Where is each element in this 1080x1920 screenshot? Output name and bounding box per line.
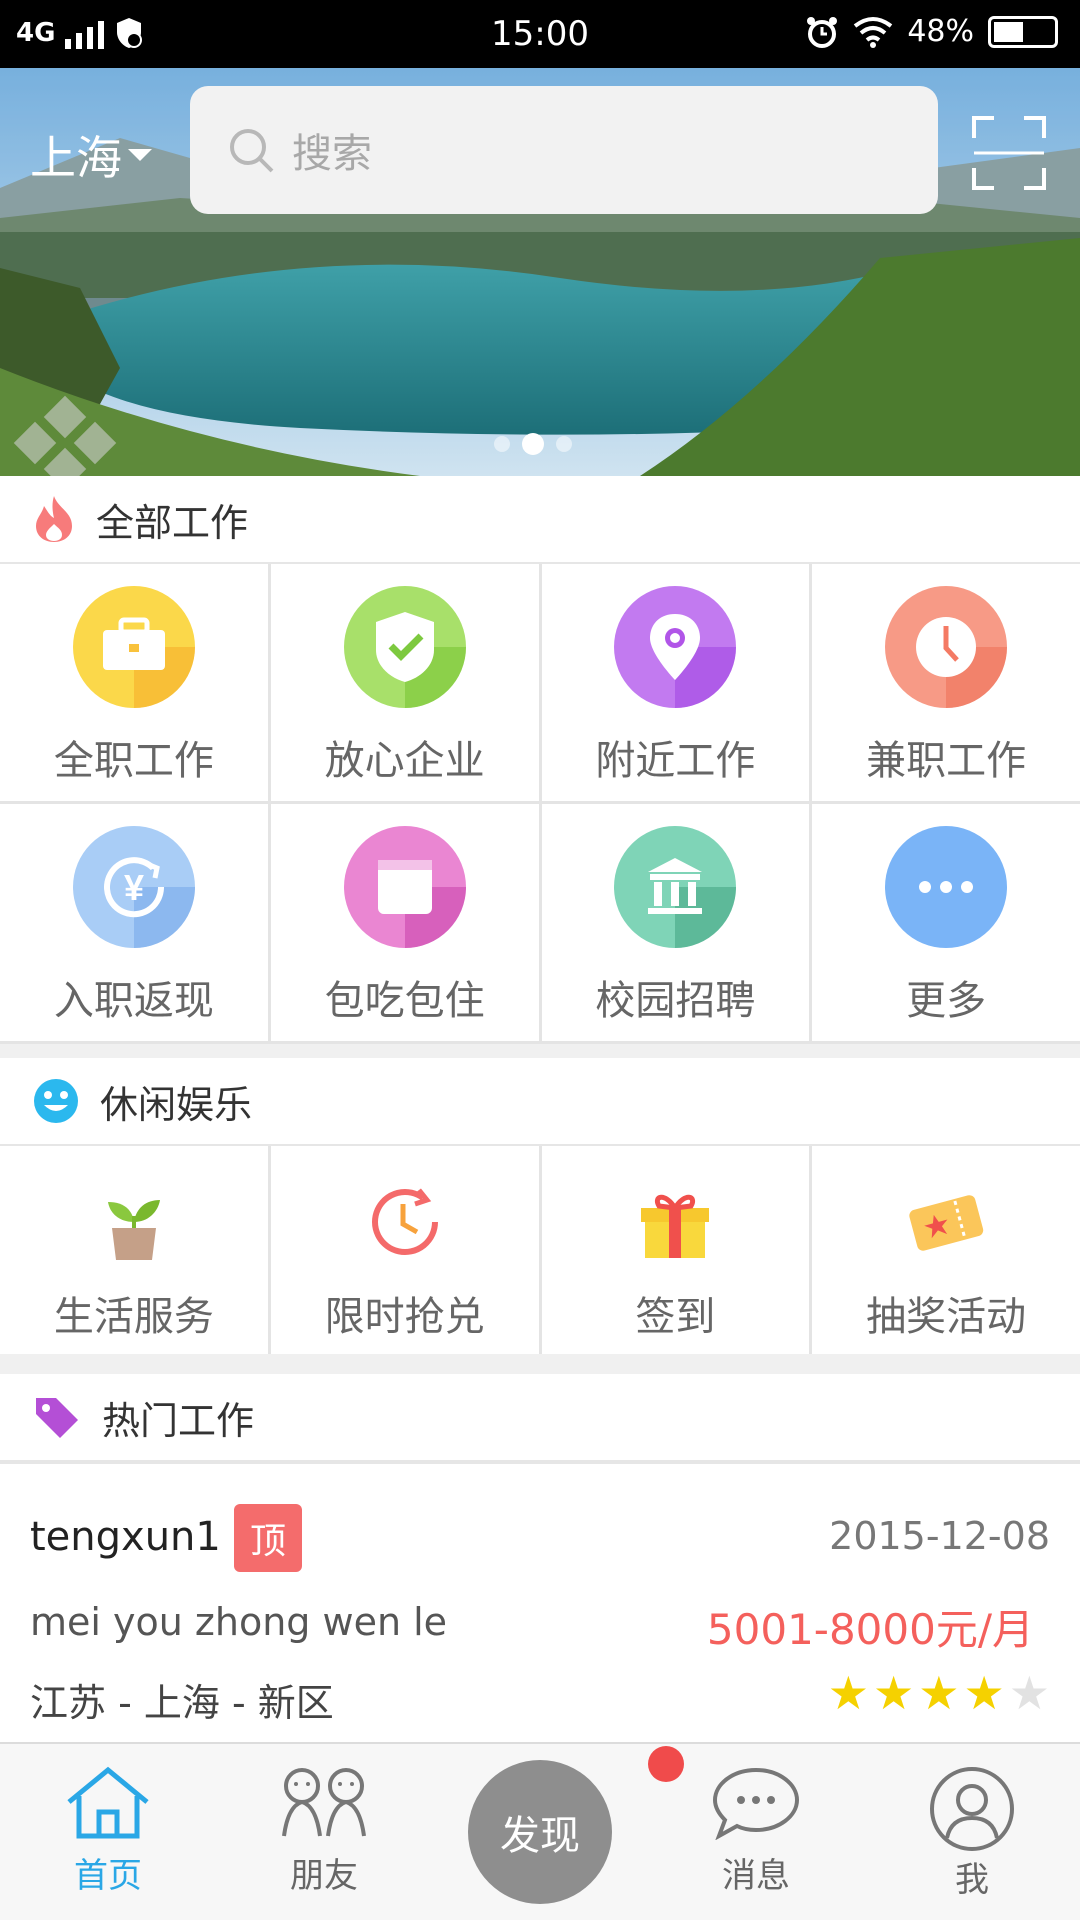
- category-more[interactable]: 更多: [812, 804, 1080, 1041]
- location-pin-icon: [614, 586, 737, 708]
- carousel-indicators: [494, 433, 572, 455]
- bed-icon: [343, 826, 466, 948]
- plant-pot-icon: [107, 1200, 160, 1260]
- timer-icon: [371, 1188, 438, 1255]
- category-label: 入职返现: [53, 978, 214, 1024]
- briefcase-icon: [72, 586, 195, 708]
- section-title: 热门工作: [102, 1398, 255, 1443]
- section-header-leisure: 休闲娱乐: [0, 1058, 1080, 1146]
- carousel-dot[interactable]: [494, 436, 510, 452]
- leisure-flash-redeem[interactable]: 限时抢兑: [270, 1146, 539, 1354]
- leisure-check-in[interactable]: 签到: [541, 1146, 810, 1354]
- category-label: 校园招聘: [595, 978, 756, 1024]
- category-trusted-company[interactable]: 放心企业: [270, 564, 539, 801]
- search-box[interactable]: 搜索: [190, 86, 938, 214]
- category-label: 兼职工作: [866, 738, 1027, 784]
- svg-text:¥: ¥: [124, 867, 144, 908]
- category-label: 包吃包住: [324, 978, 485, 1024]
- nav-friends[interactable]: 朋友: [254, 1766, 394, 1897]
- home-icon: [67, 1766, 149, 1839]
- discover-button[interactable]: 发现: [468, 1760, 612, 1904]
- wifi-icon: [854, 16, 893, 48]
- scan-icon[interactable]: [972, 116, 1046, 190]
- nav-label: 消息: [722, 1856, 790, 1896]
- yen-cashback-icon: ¥: [72, 826, 195, 948]
- carousel-dot[interactable]: [556, 436, 572, 452]
- job-location: 江苏 - 上海 - 新区: [30, 1681, 334, 1725]
- nav-label: 朋友: [290, 1856, 358, 1896]
- category-nearby[interactable]: 附近工作: [541, 564, 810, 801]
- job-title: tengxun1: [30, 1514, 221, 1560]
- nav-label: 我: [955, 1860, 989, 1900]
- section-title: 全部工作: [96, 500, 249, 545]
- category-campus[interactable]: 校园招聘: [541, 804, 810, 1041]
- star-icon: ★: [827, 1666, 869, 1720]
- star-icon: ★: [963, 1666, 1005, 1720]
- category-label: 全职工作: [53, 738, 214, 784]
- shield-check-icon: [343, 586, 466, 708]
- leisure-life-service[interactable]: 生活服务: [0, 1146, 268, 1354]
- fire-icon: [36, 496, 72, 542]
- job-category-grid: 全职工作 放心企业 附近工作 兼职工作 ¥ 入职返现 包吃包住 校园招聘 更多: [0, 564, 1080, 1044]
- gift-icon: [641, 1194, 710, 1258]
- section-title: 休闲娱乐: [100, 1082, 253, 1127]
- friends-icon: [282, 1768, 366, 1837]
- category-fulltime[interactable]: 全职工作: [0, 564, 268, 801]
- city-selector[interactable]: 上海: [30, 122, 152, 188]
- clock-icon: [885, 586, 1008, 708]
- campus-building-icon: [614, 826, 737, 948]
- alarm-icon: [807, 16, 838, 48]
- leisure-grid: 生活服务 限时抢兑 签到 抽奖活动: [0, 1146, 1080, 1354]
- leisure-label: 签到: [635, 1294, 716, 1340]
- section-header-all-jobs: 全部工作: [0, 476, 1080, 564]
- nav-label: 首页: [74, 1856, 142, 1896]
- top-badge: 顶: [234, 1504, 302, 1572]
- job-salary: 5001-8000元/月: [706, 1605, 1034, 1654]
- battery-percent: 48%: [907, 14, 974, 49]
- star-icon: ★: [873, 1666, 915, 1720]
- notification-dot: [648, 1746, 684, 1782]
- tag-icon: [36, 1398, 78, 1438]
- carousel-dot-active[interactable]: [522, 433, 544, 455]
- category-parttime[interactable]: 兼职工作: [812, 564, 1080, 801]
- nav-messages[interactable]: 消息: [686, 1766, 826, 1897]
- star-icon: ★: [918, 1666, 960, 1720]
- category-room-board[interactable]: 包吃包住: [270, 804, 539, 1041]
- more-dots-icon: [885, 826, 1008, 948]
- leisure-lottery[interactable]: 抽奖活动: [812, 1146, 1080, 1354]
- search-input[interactable]: 搜索: [292, 121, 372, 179]
- status-bar: 4G 15:00 48%: [0, 0, 1080, 68]
- city-label: 上海: [30, 131, 122, 185]
- message-bubble-icon: [712, 1767, 800, 1840]
- search-icon: [230, 129, 274, 173]
- leisure-label: 生活服务: [53, 1294, 214, 1340]
- lottery-ticket-icon: [909, 1195, 984, 1251]
- nav-me[interactable]: 我: [902, 1766, 1042, 1901]
- job-description: mei you zhong wen le: [30, 1600, 448, 1644]
- chevron-down-icon: [128, 149, 152, 161]
- section-header-hot-jobs: 热门工作: [0, 1374, 1080, 1462]
- user-profile-icon: [930, 1767, 1014, 1851]
- nav-home[interactable]: 首页: [38, 1766, 178, 1897]
- smiley-icon: [34, 1079, 78, 1123]
- battery-icon: [988, 15, 1058, 48]
- leisure-label: 限时抢兑: [324, 1294, 485, 1340]
- category-cashback[interactable]: ¥ 入职返现: [0, 804, 268, 1041]
- rating-stars: ★ ★ ★ ★ ★: [828, 1670, 1050, 1716]
- category-label: 附近工作: [595, 738, 756, 784]
- job-date: 2015-12-08: [829, 1514, 1050, 1558]
- category-label: 更多: [906, 978, 987, 1024]
- category-label: 放心企业: [324, 738, 485, 784]
- leisure-label: 抽奖活动: [866, 1294, 1027, 1340]
- star-empty-icon: ★: [1008, 1666, 1050, 1720]
